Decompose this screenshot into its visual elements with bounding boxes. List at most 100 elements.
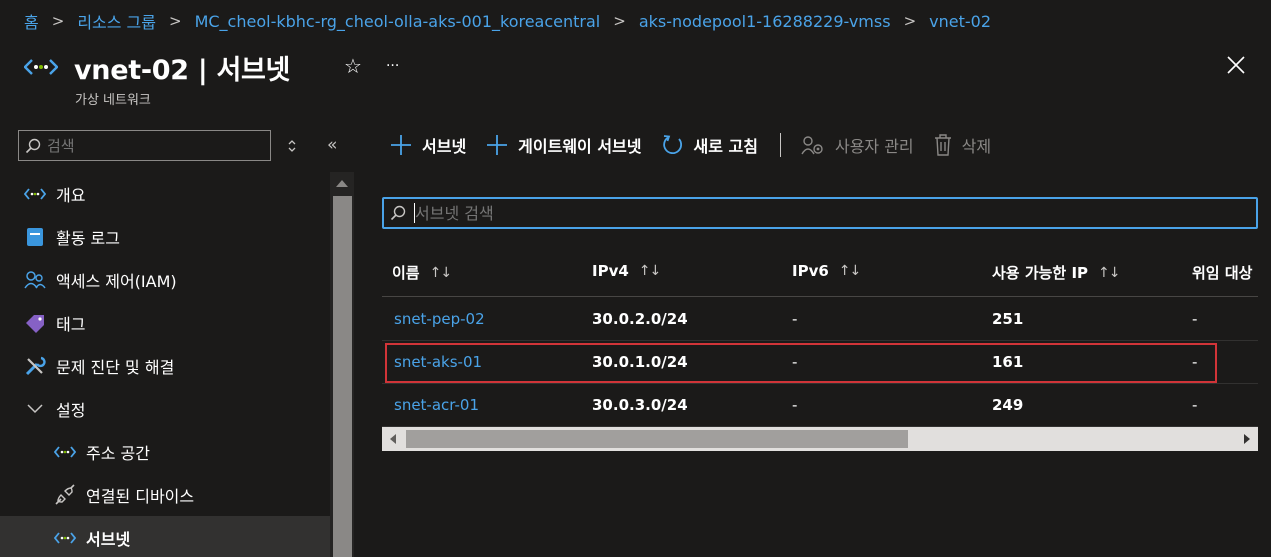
breadcrumb-resource-groups[interactable]: 리소스 그룹 xyxy=(77,9,156,33)
breadcrumb-home[interactable]: 홈 xyxy=(24,9,39,33)
tag-icon xyxy=(24,312,46,334)
delete-button[interactable]: 삭제 xyxy=(934,133,991,157)
sidebar-item-label: 문제 진단 및 해결 xyxy=(56,357,175,377)
subnet-search-input[interactable] xyxy=(415,203,1235,223)
breadcrumb: 홈 > 리소스 그룹 > MC_cheol-kbhc-rg_cheol-olla… xyxy=(24,9,991,33)
table-horizontal-scrollbar[interactable] xyxy=(382,427,1258,451)
breadcrumb-vnet[interactable]: vnet-02 xyxy=(929,12,991,31)
plug-icon xyxy=(54,483,76,506)
table-scroll-thumb[interactable] xyxy=(406,430,908,448)
sidebar-item-label: 설정 xyxy=(56,400,86,420)
breadcrumb-separator: > xyxy=(169,12,182,30)
vnet-icon xyxy=(24,183,46,205)
sidebar-item-address-space[interactable]: 주소 공간 xyxy=(0,430,330,473)
breadcrumb-resource-group[interactable]: MC_cheol-kbhc-rg_cheol-olla-aks-001_kore… xyxy=(195,12,601,31)
ipv4-cell: 30.0.2.0/24 xyxy=(592,310,688,328)
page-subtitle: 가상 네트워크 xyxy=(75,93,151,108)
sidebar-item-label: 주소 공간 xyxy=(86,443,150,463)
sidebar-item-iam[interactable]: 액세스 제어(IAM) xyxy=(0,258,330,301)
ipv4-cell: 30.0.3.0/24 xyxy=(592,396,688,414)
add-gateway-subnet-label: 게이트웨이 서브넷 xyxy=(518,137,642,156)
table-row[interactable]: snet-acr-01 30.0.3.0/24 - 249 - xyxy=(382,384,1258,427)
column-header-delegated[interactable]: 위임 대상 xyxy=(1192,262,1252,283)
sort-icon[interactable]: ↑↓ xyxy=(639,263,661,279)
vnet-icon xyxy=(24,59,58,75)
vnet-icon xyxy=(54,441,76,463)
delegated-cell: - xyxy=(1192,310,1198,328)
add-gateway-subnet-button[interactable]: 게이트웨이 서브넷 xyxy=(486,133,642,157)
command-bar: 서브넷 게이트웨이 서브넷 새로 고침 사용자 관리 삭제 xyxy=(390,131,1011,159)
column-label: 사용 가능한 IP xyxy=(992,264,1089,282)
activity-log-icon xyxy=(24,226,46,248)
subnet-name-link[interactable]: snet-pep-02 xyxy=(394,310,485,328)
column-header-ipv4[interactable]: IPv4 ↑↓ xyxy=(592,262,661,280)
available-ip-cell: 251 xyxy=(992,310,1024,328)
sidebar-item-tags[interactable]: 태그 xyxy=(0,301,330,344)
sidebar-item-label: 활동 로그 xyxy=(56,228,120,248)
available-ip-cell: 249 xyxy=(992,396,1024,414)
chevron-down-icon xyxy=(24,398,46,420)
sort-toggle-icon[interactable] xyxy=(286,138,298,154)
column-header-ipv6[interactable]: IPv6 ↑↓ xyxy=(792,262,861,280)
favorite-star-icon[interactable]: ☆ xyxy=(344,54,362,78)
delegated-cell: - xyxy=(1192,396,1198,414)
column-header-name[interactable]: 이름 ↑↓ xyxy=(392,262,452,283)
sidebar-group-settings[interactable]: 설정 xyxy=(0,387,330,430)
sidebar-scroll-thumb[interactable] xyxy=(333,196,352,557)
column-header-available-ip[interactable]: 사용 가능한 IP ↑↓ xyxy=(992,262,1121,283)
column-label: IPv4 xyxy=(592,262,629,280)
title-actions: ☆ ··· xyxy=(344,54,399,78)
breadcrumb-separator: > xyxy=(51,12,65,30)
refresh-icon xyxy=(662,134,684,156)
sidebar-item-label: 액세스 제어(IAM) xyxy=(56,271,177,291)
sidebar-item-overview[interactable]: 개요 xyxy=(0,172,330,215)
sidebar-item-label: 서브넷 xyxy=(86,529,131,549)
sidebar-item-diagnose[interactable]: 문제 진단 및 해결 xyxy=(0,344,330,387)
more-options-icon[interactable]: ··· xyxy=(386,58,399,74)
subnet-search-box[interactable] xyxy=(382,197,1258,229)
scroll-right-icon[interactable] xyxy=(1244,434,1250,444)
sort-icon[interactable]: ↑↓ xyxy=(430,265,452,281)
sort-icon[interactable]: ↑↓ xyxy=(1098,265,1120,281)
sidebar-item-label: 연결된 디바이스 xyxy=(86,486,195,506)
sort-icon[interactable]: ↑↓ xyxy=(839,263,861,279)
trash-icon xyxy=(934,134,952,156)
sidebar-item-activity-log[interactable]: 활동 로그 xyxy=(0,215,330,258)
manage-users-label: 사용자 관리 xyxy=(834,137,914,156)
sidebar-search-input[interactable] xyxy=(47,136,257,155)
plus-icon xyxy=(390,134,412,156)
breadcrumb-vmss[interactable]: aks-nodepool1-16288229-vmss xyxy=(639,12,891,31)
add-subnet-label: 서브넷 xyxy=(422,137,467,156)
manage-users-icon xyxy=(801,134,825,156)
column-label: IPv6 xyxy=(792,262,829,280)
manage-users-button[interactable]: 사용자 관리 xyxy=(801,133,914,157)
ipv6-cell: - xyxy=(792,310,798,328)
scroll-left-icon[interactable] xyxy=(390,434,396,444)
collapse-sidebar-icon[interactable]: « xyxy=(327,135,337,155)
sidebar-menu: 개요 활동 로그 액세스 제어(IAM) 태그 문제 진단 및 해결 설정 주소… xyxy=(0,172,330,557)
close-icon[interactable] xyxy=(1225,54,1247,76)
wrench-icon xyxy=(24,355,46,377)
sidebar-scrollbar[interactable] xyxy=(330,172,354,557)
sidebar-search-box[interactable] xyxy=(18,130,271,161)
plus-icon xyxy=(486,134,508,156)
column-label: 위임 대상 xyxy=(1192,264,1253,282)
add-subnet-button[interactable]: 서브넷 xyxy=(390,133,466,157)
refresh-label: 새로 고침 xyxy=(693,137,758,156)
sidebar-item-connected-devices[interactable]: 연결된 디바이스 xyxy=(0,473,330,516)
table-row[interactable]: snet-pep-02 30.0.2.0/24 - 251 - xyxy=(382,298,1258,341)
table-header: 이름 ↑↓ IPv4 ↑↓ IPv6 ↑↓ 사용 가능한 IP ↑↓ 위임 대상 xyxy=(382,250,1258,297)
row-highlight-box xyxy=(385,343,1217,383)
page-title: vnet-02 | 서브넷 xyxy=(74,54,291,86)
subnet-name-link[interactable]: snet-acr-01 xyxy=(394,396,479,414)
people-icon xyxy=(24,269,46,291)
sidebar-item-subnets[interactable]: 서브넷 xyxy=(0,516,330,557)
page-header: vnet-02 | 서브넷 xyxy=(24,45,290,89)
toolbar-divider xyxy=(779,133,781,157)
search-icon xyxy=(390,205,406,221)
scroll-up-icon[interactable] xyxy=(336,180,348,187)
sidebar-item-label: 태그 xyxy=(56,314,86,334)
breadcrumb-separator: > xyxy=(613,12,626,30)
column-label: 이름 xyxy=(392,264,420,282)
refresh-button[interactable]: 새로 고침 xyxy=(662,133,758,157)
